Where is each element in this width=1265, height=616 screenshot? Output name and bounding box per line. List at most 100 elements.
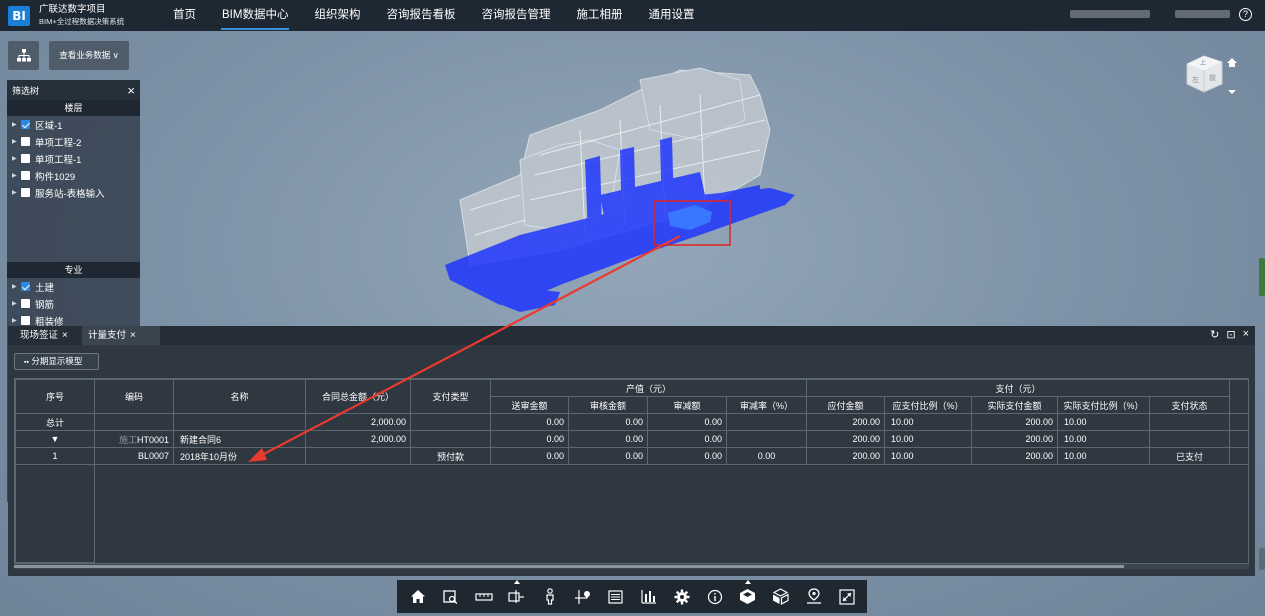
expand-arrow-icon[interactable]: ▶	[12, 138, 21, 145]
expand-arrow-icon[interactable]: ▶	[12, 300, 21, 307]
app-logo[interactable]: BI	[8, 6, 30, 26]
header-actual-paid[interactable]: 实际支付金额	[971, 396, 1059, 414]
expand-row-icon[interactable]: ▼	[15, 430, 95, 448]
viewcube-left-face[interactable]: 左	[1192, 75, 1199, 84]
explode-cube-icon[interactable]	[770, 586, 792, 608]
right-edge-handle-bottom[interactable]	[1259, 548, 1265, 570]
expand-arrow-icon[interactable]: ▶	[12, 189, 21, 196]
panel-window-controls: ↻ ⊡ ×	[1210, 328, 1249, 341]
tab-measure-payment[interactable]: 计量支付 ×	[82, 326, 160, 345]
tree-item-project-2[interactable]: ▶ 单项工程-2	[7, 133, 140, 150]
cell-payable: 200.00	[806, 447, 886, 465]
section-box-icon[interactable]	[506, 579, 528, 608]
expand-arrow-icon[interactable]: ▶	[12, 317, 21, 324]
tree-item-project-1[interactable]: ▶ 单项工程-1	[7, 150, 140, 167]
maximize-icon[interactable]: ⊡	[1226, 328, 1235, 341]
table-row-contract[interactable]: ▼ 施工HT0001 新建合同6 2,000.00 0.00 0.00 0.00…	[15, 430, 1248, 448]
header-payable-ratio[interactable]: 应支付比例（%）	[884, 396, 973, 414]
table-row-total[interactable]: 总计 2,000.00 0.00 0.00 0.00 200.00 10.00 …	[15, 413, 1248, 431]
scrollbar-thumb[interactable]	[14, 565, 1124, 568]
checkbox[interactable]	[21, 316, 30, 325]
filter-tree-title: 筛选树	[12, 85, 40, 96]
tree-item-rebar[interactable]: ▶ 钢筋	[7, 295, 140, 312]
cell-code: 施工HT0001	[94, 430, 174, 448]
tab-site-visa[interactable]: 现场签证 ×	[14, 326, 80, 345]
tree-item-civil[interactable]: ▶ 土建	[7, 278, 140, 295]
header-reduction-rate[interactable]: 审减率（%）	[725, 396, 808, 414]
view-cube[interactable]: 上 左 前	[1182, 52, 1242, 102]
cell-spacer	[1229, 413, 1248, 431]
checkbox[interactable]	[21, 188, 30, 197]
walk-person-icon[interactable]	[539, 586, 561, 608]
nav-general-settings[interactable]: 通用设置	[635, 0, 707, 31]
viewcube-front-face[interactable]: 前	[1209, 73, 1216, 82]
checkbox[interactable]	[21, 120, 30, 129]
cell-reduction: 0.00	[647, 430, 727, 448]
header-payable[interactable]: 应付金额	[806, 396, 886, 414]
checkbox[interactable]	[21, 299, 30, 308]
tree-item-service-station[interactable]: ▶ 服务站-表格输入	[7, 184, 140, 201]
bim-model-viewport[interactable]	[0, 31, 1265, 326]
cell-pay-type	[410, 413, 491, 431]
help-icon[interactable]: ?	[1239, 8, 1252, 21]
cell-actual-paid: 200.00	[971, 447, 1059, 465]
nav-bim-data-center[interactable]: BIM数据中心	[209, 0, 301, 31]
header-pay-type[interactable]: 支付类型	[410, 379, 491, 414]
refresh-icon[interactable]: ↻	[1210, 328, 1219, 341]
filter-tree-close-icon[interactable]: ×	[127, 83, 135, 98]
viewcube-menu-icon[interactable]	[1228, 90, 1236, 94]
header-audited[interactable]: 审核金额	[568, 396, 648, 414]
expand-arrow-icon[interactable]: ▶	[12, 155, 21, 162]
user-info-blurred[interactable]	[1070, 10, 1150, 18]
checkbox[interactable]	[21, 282, 30, 291]
header-actual-ratio[interactable]: 实际支付比例（%）	[1057, 396, 1151, 414]
tree-item-area-1[interactable]: ▶ 区域-1	[7, 116, 140, 133]
expand-arrow-icon[interactable]: ▶	[12, 172, 21, 179]
tab-close-icon[interactable]: ×	[130, 330, 136, 341]
map-pin-icon[interactable]	[803, 586, 825, 608]
header-code[interactable]: 编码	[94, 379, 174, 414]
viewcube-top-face[interactable]: 上	[1200, 59, 1206, 67]
home-icon[interactable]	[407, 586, 429, 608]
tree-item-component-1029[interactable]: ▶ 构件1029	[7, 167, 140, 184]
top-nav-bar: BI 广联达数字项目 BIM+全过程数据决策系统 首页 BIM数据中心 组织架构…	[0, 0, 1265, 31]
checkbox[interactable]	[21, 171, 30, 180]
header-submitted[interactable]: 送审金额	[490, 396, 569, 414]
zoom-box-icon[interactable]	[440, 586, 462, 608]
header-status[interactable]: 支付状态	[1149, 396, 1231, 414]
nav-report-board[interactable]: 咨询报告看板	[373, 0, 468, 31]
split-display-model-button[interactable]: ▪▪ 分期显示模型	[14, 353, 99, 370]
panel-close-icon[interactable]: ×	[1243, 328, 1249, 341]
cell-spacer	[1229, 430, 1248, 448]
fullscreen-icon[interactable]	[836, 586, 858, 608]
cell-audited: 0.00	[568, 413, 648, 431]
info-icon[interactable]	[704, 586, 726, 608]
checkbox[interactable]	[21, 137, 30, 146]
list-icon[interactable]	[605, 586, 627, 608]
nav-home[interactable]: 首页	[160, 0, 209, 31]
expand-arrow-icon[interactable]: ▶	[12, 121, 21, 128]
chart-icon[interactable]	[638, 586, 660, 608]
header-name[interactable]: 名称	[173, 379, 306, 414]
horizontal-scrollbar[interactable]	[14, 564, 1249, 569]
right-edge-handle-top[interactable]	[1259, 258, 1265, 296]
expand-arrow-icon[interactable]: ▶	[12, 283, 21, 290]
table-row-period[interactable]: 1 BL0007 2018年10月份 预付款 0.00 0.00 0.00 0.…	[15, 447, 1248, 465]
model-cube-icon[interactable]	[737, 579, 759, 608]
cell-actual-ratio: 10.00	[1057, 413, 1151, 431]
cell-payable-ratio: 10.00	[884, 430, 973, 448]
cell-spacer	[1229, 447, 1248, 465]
locate-axis-icon[interactable]	[572, 586, 594, 608]
home-view-icon[interactable]	[1227, 58, 1237, 63]
user-name-blurred[interactable]	[1175, 10, 1230, 18]
measure-ruler-icon[interactable]	[473, 586, 495, 608]
nav-construction-album[interactable]: 施工相册	[563, 0, 635, 31]
checkbox[interactable]	[21, 154, 30, 163]
tab-close-icon[interactable]: ×	[62, 330, 68, 341]
header-seq[interactable]: 序号	[15, 379, 95, 414]
nav-report-management[interactable]: 咨询报告管理	[468, 0, 563, 31]
header-reduction[interactable]: 审减额	[647, 396, 727, 414]
nav-org-structure[interactable]: 组织架构	[301, 0, 373, 31]
header-contract-total[interactable]: 合同总金额（元）	[305, 379, 411, 414]
settings-gear-icon[interactable]	[671, 586, 693, 608]
